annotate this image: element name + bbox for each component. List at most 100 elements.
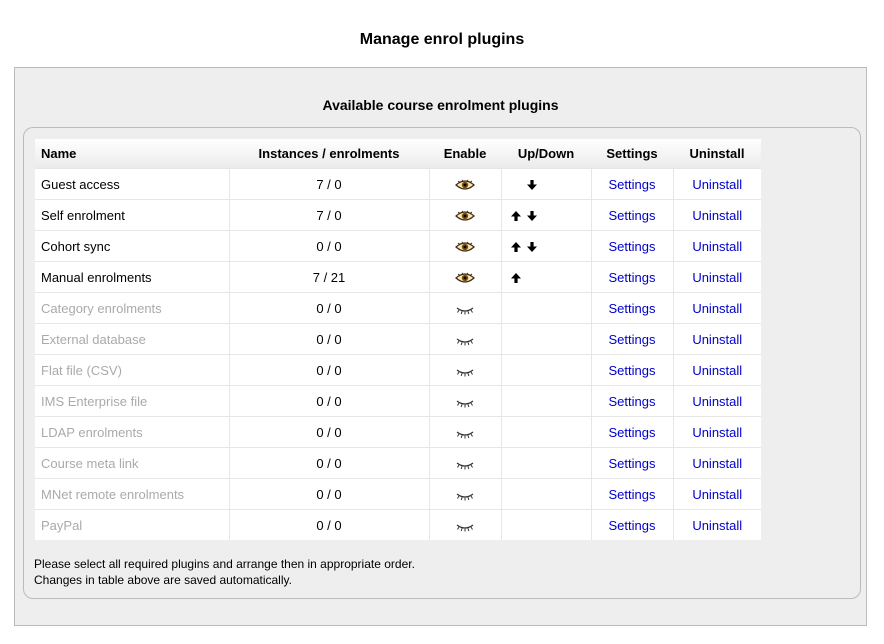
uninstall-cell: Uninstall	[672, 354, 761, 386]
enable-toggle[interactable]	[428, 416, 501, 448]
instances-count: 0 / 0	[228, 509, 429, 540]
closed-eye-icon[interactable]	[455, 396, 475, 408]
enrol-plugins-panel: Available course enrolment plugins Name …	[14, 67, 867, 626]
settings-link[interactable]: Settings	[609, 363, 656, 378]
settings-link[interactable]: Settings	[609, 332, 656, 347]
enable-toggle[interactable]	[428, 323, 501, 355]
closed-eye-icon[interactable]	[455, 365, 475, 377]
table-row: Self enrolment 7 / 0 Settings Uninstall	[35, 199, 761, 231]
uninstall-link[interactable]: Uninstall	[692, 332, 742, 347]
plugin-name: Manual enrolments	[35, 261, 229, 293]
open-eye-icon[interactable]	[455, 179, 475, 191]
settings-link[interactable]: Settings	[609, 208, 656, 223]
table-row: IMS Enterprise file 0 / 0 Settings Uninstal…	[35, 385, 761, 417]
enable-toggle[interactable]	[428, 447, 501, 479]
enable-toggle[interactable]	[428, 354, 501, 386]
updown-cell	[500, 385, 591, 417]
settings-link[interactable]: Settings	[609, 177, 656, 192]
enable-toggle[interactable]	[428, 168, 501, 200]
plugin-name: Guest access	[35, 168, 229, 200]
closed-eye-icon[interactable]	[455, 458, 475, 470]
uninstall-link[interactable]: Uninstall	[692, 456, 742, 471]
updown-cell	[500, 261, 591, 293]
enable-toggle[interactable]	[428, 292, 501, 324]
table-row: Manual enrolments 7 / 21 Settings Uninstall	[35, 261, 761, 293]
plugin-name: External database	[35, 323, 229, 355]
settings-link[interactable]: Settings	[609, 301, 656, 316]
settings-link[interactable]: Settings	[609, 518, 656, 533]
uninstall-link[interactable]: Uninstall	[692, 270, 742, 285]
plugin-name: Self enrolment	[35, 199, 229, 231]
settings-link[interactable]: Settings	[609, 394, 656, 409]
down-arrow-icon[interactable]	[526, 241, 538, 253]
note-line-1: Please select all required plugins and a…	[34, 557, 415, 571]
enable-toggle[interactable]	[428, 230, 501, 262]
updown-cell	[500, 230, 591, 262]
plugin-name: Category enrolments	[35, 292, 229, 324]
open-eye-icon[interactable]	[455, 241, 475, 253]
down-arrow-icon[interactable]	[526, 179, 538, 191]
closed-eye-icon[interactable]	[455, 427, 475, 439]
enable-toggle[interactable]	[428, 261, 501, 293]
instances-count: 0 / 0	[228, 447, 429, 479]
header-enable: Enable	[429, 139, 501, 169]
section-title: Available course enrolment plugins	[322, 97, 559, 113]
up-arrow-icon[interactable]	[510, 210, 522, 222]
uninstall-link[interactable]: Uninstall	[692, 177, 742, 192]
up-arrow-icon[interactable]	[510, 272, 522, 284]
settings-cell: Settings	[590, 385, 673, 417]
up-arrow-icon[interactable]	[510, 241, 522, 253]
closed-eye-icon[interactable]	[455, 334, 475, 346]
plugin-name: MNet remote enrolments	[35, 478, 229, 510]
settings-cell: Settings	[590, 478, 673, 510]
settings-link[interactable]: Settings	[609, 487, 656, 502]
uninstall-link[interactable]: Uninstall	[692, 518, 742, 533]
closed-eye-icon[interactable]	[455, 520, 475, 532]
settings-cell: Settings	[590, 509, 673, 540]
uninstall-link[interactable]: Uninstall	[692, 208, 742, 223]
updown-cell	[500, 478, 591, 510]
plugin-name: Course meta link	[35, 447, 229, 479]
plugin-name: PayPal	[35, 509, 229, 540]
uninstall-link[interactable]: Uninstall	[692, 394, 742, 409]
plugin-name: IMS Enterprise file	[35, 385, 229, 417]
settings-cell: Settings	[590, 292, 673, 324]
open-eye-icon[interactable]	[455, 210, 475, 222]
instances-count: 7 / 21	[228, 261, 429, 293]
uninstall-cell: Uninstall	[672, 323, 761, 355]
instances-count: 0 / 0	[228, 354, 429, 386]
settings-cell: Settings	[590, 447, 673, 479]
enable-toggle[interactable]	[428, 199, 501, 231]
uninstall-link[interactable]: Uninstall	[692, 301, 742, 316]
header-uninstall: Uninstall	[673, 139, 761, 169]
updown-cell	[500, 292, 591, 324]
plugins-table: Name Instances / enrolments Enable Up/Do…	[35, 139, 761, 540]
closed-eye-icon[interactable]	[455, 303, 475, 315]
updown-cell	[500, 323, 591, 355]
uninstall-cell: Uninstall	[672, 292, 761, 324]
enable-toggle[interactable]	[428, 385, 501, 417]
instances-count: 0 / 0	[228, 385, 429, 417]
uninstall-link[interactable]: Uninstall	[692, 239, 742, 254]
uninstall-cell: Uninstall	[672, 230, 761, 262]
settings-link[interactable]: Settings	[609, 270, 656, 285]
settings-cell: Settings	[590, 168, 673, 200]
uninstall-link[interactable]: Uninstall	[692, 363, 742, 378]
settings-cell: Settings	[590, 230, 673, 262]
instances-count: 0 / 0	[228, 292, 429, 324]
uninstall-link[interactable]: Uninstall	[692, 425, 742, 440]
uninstall-link[interactable]: Uninstall	[692, 487, 742, 502]
settings-link[interactable]: Settings	[609, 425, 656, 440]
enable-toggle[interactable]	[428, 509, 501, 540]
closed-eye-icon[interactable]	[455, 489, 475, 501]
open-eye-icon[interactable]	[455, 272, 475, 284]
enable-toggle[interactable]	[428, 478, 501, 510]
note-line-2: Changes in table above are saved automat…	[34, 573, 292, 587]
table-row: Guest access 7 / 0 Settings Uninstall	[35, 168, 761, 200]
settings-link[interactable]: Settings	[609, 239, 656, 254]
down-arrow-icon[interactable]	[526, 210, 538, 222]
updown-cell	[500, 416, 591, 448]
instances-count: 7 / 0	[228, 168, 429, 200]
settings-cell: Settings	[590, 199, 673, 231]
settings-link[interactable]: Settings	[609, 456, 656, 471]
